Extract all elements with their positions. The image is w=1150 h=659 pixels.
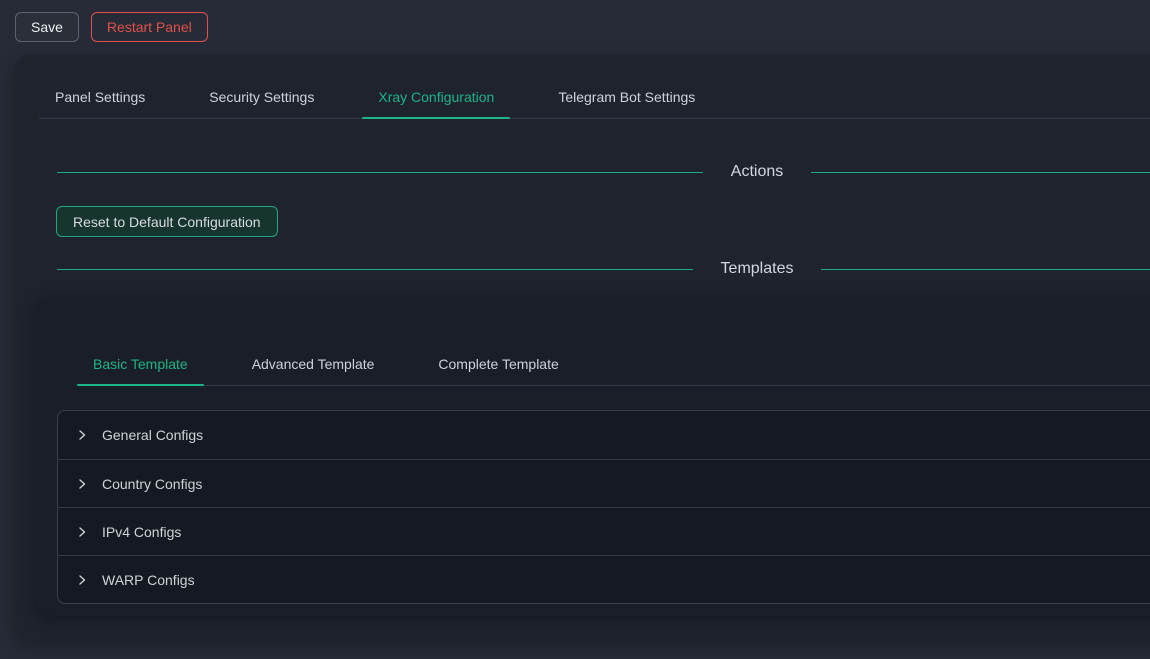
settings-tabs: Panel Settings Security Settings Xray Co… [39, 75, 1150, 119]
topbar: Save Restart Panel [0, 0, 1150, 54]
collapse-general-configs[interactable]: General Configs [58, 411, 1150, 459]
xray-configuration-panel: Actions Reset to Default Configuration T… [15, 161, 1150, 616]
divider-line-right [811, 172, 1150, 173]
collapse-header-label: IPv4 Configs [102, 524, 181, 540]
tab-security-settings[interactable]: Security Settings [193, 75, 330, 118]
chevron-right-icon [76, 478, 88, 490]
chevron-right-icon [76, 526, 88, 538]
divider-line-left [57, 172, 703, 173]
actions-divider: Actions [57, 161, 1150, 183]
collapse-warp-configs[interactable]: WARP Configs [58, 555, 1150, 603]
actions-section-title: Actions [731, 163, 783, 181]
chevron-right-icon [76, 429, 88, 441]
collapse-header-label: General Configs [102, 427, 203, 443]
save-button[interactable]: Save [15, 12, 79, 42]
tab-advanced-template[interactable]: Advanced Template [236, 342, 391, 385]
divider-line-left [57, 269, 693, 270]
restart-panel-button[interactable]: Restart Panel [91, 12, 208, 42]
tab-xray-configuration[interactable]: Xray Configuration [362, 75, 510, 118]
tab-basic-template[interactable]: Basic Template [77, 342, 204, 385]
collapse-header-label: WARP Configs [102, 572, 195, 588]
collapse-ipv4-configs[interactable]: IPv4 Configs [58, 507, 1150, 555]
settings-card: Panel Settings Security Settings Xray Co… [15, 55, 1150, 640]
templates-divider: Templates [57, 258, 1150, 280]
template-tabs: Basic Template Advanced Template Complet… [77, 342, 1150, 386]
reset-to-default-button[interactable]: Reset to Default Configuration [56, 206, 278, 237]
templates-section-title: Templates [721, 260, 794, 278]
tab-complete-template[interactable]: Complete Template [422, 342, 574, 385]
config-collapse: General Configs Country Configs IPv4 Con… [57, 410, 1150, 604]
divider-line-right [821, 269, 1150, 270]
templates-card: Basic Template Advanced Template Complet… [35, 296, 1150, 616]
collapse-header-label: Country Configs [102, 476, 202, 492]
chevron-right-icon [76, 574, 88, 586]
tab-panel-settings[interactable]: Panel Settings [39, 75, 161, 118]
tab-telegram-bot-settings[interactable]: Telegram Bot Settings [542, 75, 711, 118]
collapse-country-configs[interactable]: Country Configs [58, 459, 1150, 507]
